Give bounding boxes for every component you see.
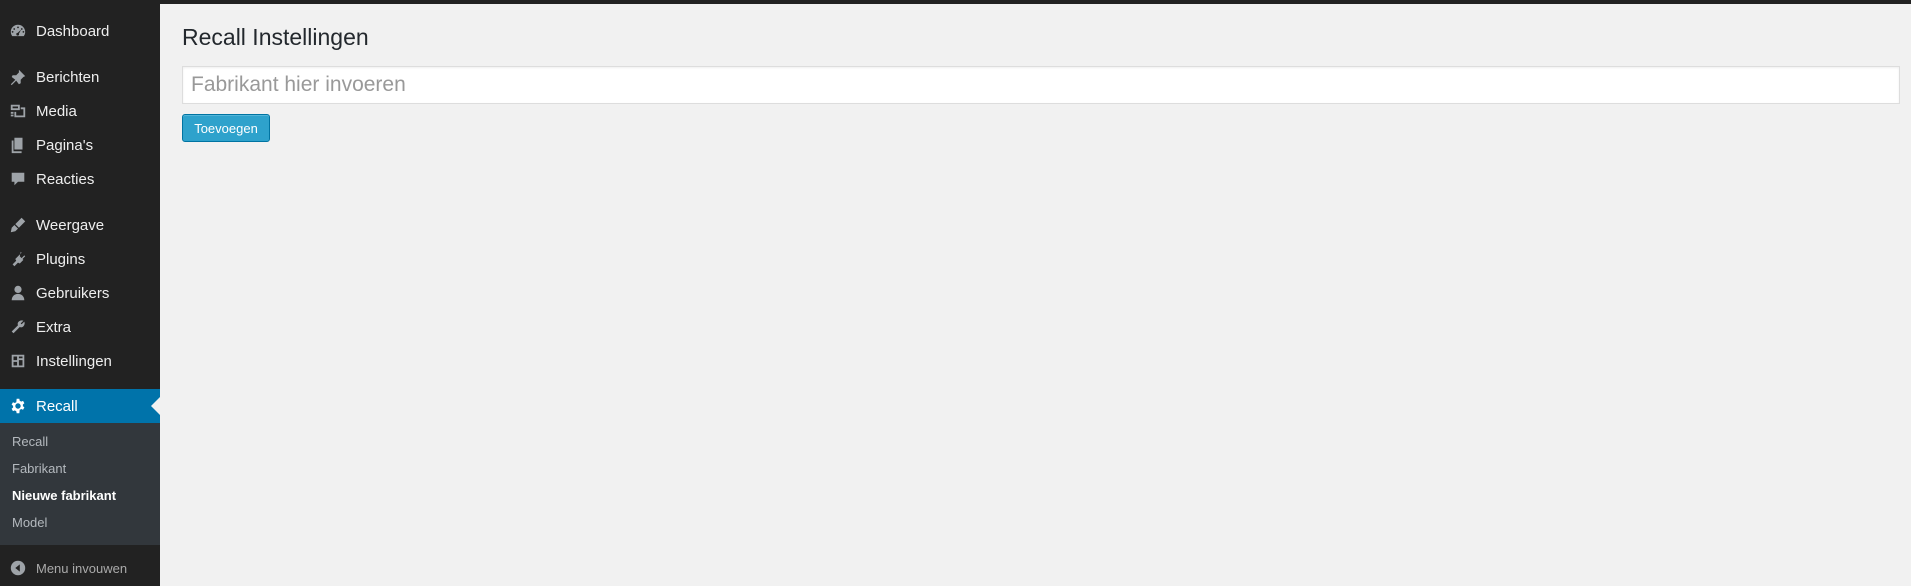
plug-icon (0, 242, 36, 276)
page-title: Recall Instellingen (182, 24, 369, 50)
dashboard-icon (0, 14, 36, 48)
brush-icon (0, 208, 36, 242)
pushpin-icon (0, 60, 36, 94)
pages-icon (0, 128, 36, 162)
main-content: Recall Instellingen Toevoegen (160, 4, 1911, 586)
collapse-arrow-icon (0, 559, 36, 577)
user-icon (0, 276, 36, 310)
submenu-item-fabrikant[interactable]: Fabrikant (12, 461, 66, 476)
sidebar-item-label: Dashboard (36, 22, 110, 40)
sidebar-item-recall[interactable]: Recall (0, 389, 160, 423)
recall-submenu: Recall Fabrikant Nieuwe fabrikant Model (0, 423, 160, 545)
sidebar-item-gebruikers[interactable]: Gebruikers (0, 276, 160, 310)
settings-icon (0, 344, 36, 378)
sidebar-item-paginas[interactable]: Pagina's (0, 128, 160, 162)
sidebar-item-label: Reacties (36, 170, 95, 188)
manufacturer-name-input[interactable] (182, 66, 1900, 104)
sidebar-item-label: Weergave (36, 216, 105, 234)
collapse-menu-label: Menu invouwen (36, 560, 128, 576)
sidebar-item-media[interactable]: Media (0, 94, 160, 128)
admin-sidebar: Dashboard Berichten Media Pagina's React… (0, 4, 160, 586)
sidebar-item-reacties[interactable]: Reacties (0, 162, 160, 196)
sidebar-item-label: Media (36, 102, 77, 120)
submenu-item-model[interactable]: Model (12, 515, 47, 530)
sidebar-item-instellingen[interactable]: Instellingen (0, 344, 160, 378)
sidebar-item-label: Berichten (36, 68, 100, 86)
sidebar-item-dashboard[interactable]: Dashboard (0, 14, 160, 48)
media-icon (0, 94, 36, 128)
sidebar-item-label: Recall (36, 397, 78, 415)
sidebar-item-label: Pagina's (36, 136, 94, 154)
collapse-menu-button[interactable]: Menu invouwen (0, 551, 160, 585)
gear-icon (0, 389, 36, 423)
sidebar-item-weergave[interactable]: Weergave (0, 208, 160, 242)
sidebar-item-label: Instellingen (36, 352, 112, 370)
sidebar-item-label: Extra (36, 318, 72, 336)
sidebar-item-plugins[interactable]: Plugins (0, 242, 160, 276)
sidebar-item-label: Gebruikers (36, 284, 110, 302)
current-menu-arrow (151, 397, 160, 415)
sidebar-item-berichten[interactable]: Berichten (0, 60, 160, 94)
submenu-item-nieuwe-fabrikant[interactable]: Nieuwe fabrikant (12, 488, 116, 503)
comment-icon (0, 162, 36, 196)
submenu-item-recall[interactable]: Recall (12, 434, 48, 449)
sidebar-item-extra[interactable]: Extra (0, 310, 160, 344)
wrench-icon (0, 310, 36, 344)
sidebar-item-label: Plugins (36, 250, 86, 268)
add-button[interactable]: Toevoegen (182, 114, 270, 142)
